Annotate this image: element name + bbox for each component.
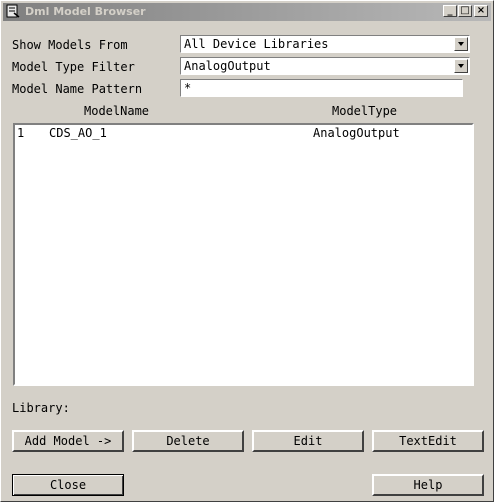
row-model-name: CDS_AO_1	[49, 126, 107, 140]
show-models-dropdown[interactable]: All Device Libraries	[180, 35, 470, 53]
row-index: 1	[17, 126, 25, 140]
textedit-button[interactable]: TextEdit	[372, 430, 484, 452]
delete-button[interactable]: Delete	[132, 430, 244, 452]
model-list[interactable]: 1 CDS_AO_1 AnalogOutput	[13, 123, 474, 386]
title-bar[interactable]: Dml Model Browser _ □ ×	[3, 3, 491, 21]
library-label: Library:	[12, 401, 70, 415]
name-pattern-label: Model Name Pattern	[12, 82, 143, 96]
row-model-type: AnalogOutput	[313, 126, 400, 140]
column-header-modelname[interactable]: ModelName	[84, 104, 149, 118]
window-title: Dml Model Browser	[25, 5, 146, 18]
help-button[interactable]: Help	[372, 474, 484, 496]
edit-button[interactable]: Edit	[252, 430, 364, 452]
show-models-label: Show Models From	[12, 38, 128, 52]
chevron-down-icon[interactable]	[454, 37, 468, 51]
close-icon[interactable]: ×	[474, 5, 488, 17]
name-pattern-input[interactable]	[181, 80, 462, 96]
name-pattern-field[interactable]	[180, 79, 463, 97]
column-header-modeltype[interactable]: ModelType	[332, 104, 397, 118]
table-row[interactable]: 1 CDS_AO_1 AnalogOutput	[15, 126, 472, 142]
close-button[interactable]: Close	[12, 474, 124, 496]
app-icon	[6, 4, 20, 18]
dml-model-browser-window: Dml Model Browser _ □ × Show Models From…	[0, 0, 494, 502]
chevron-down-icon[interactable]	[454, 59, 468, 73]
type-filter-value: AnalogOutput	[184, 59, 271, 73]
type-filter-dropdown[interactable]: AnalogOutput	[180, 57, 470, 75]
add-model-button[interactable]: Add Model ->	[12, 430, 124, 452]
type-filter-label: Model Type Filter	[12, 60, 135, 74]
maximize-icon[interactable]: □	[458, 5, 472, 17]
show-models-value: All Device Libraries	[184, 37, 329, 51]
minimize-icon[interactable]: _	[443, 5, 457, 17]
